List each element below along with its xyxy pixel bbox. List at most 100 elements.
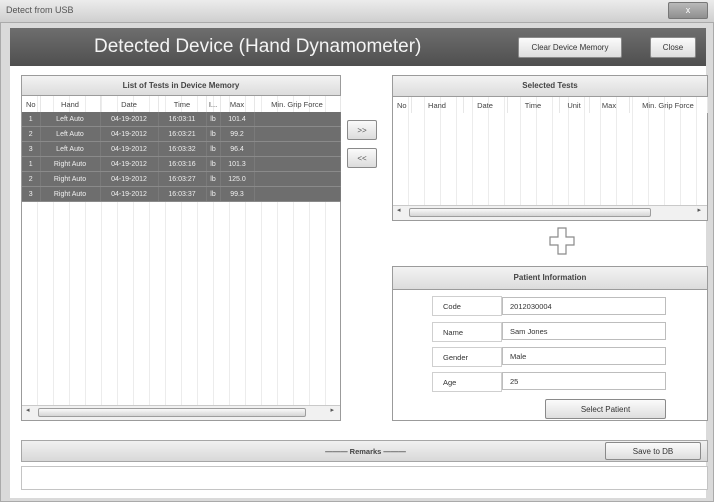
cell-min xyxy=(254,141,341,157)
device-tests-panel: List of Tests in Device Memory No Hand D… xyxy=(21,75,341,421)
window-title: Detect from USB xyxy=(6,5,74,15)
age-label: Age xyxy=(432,372,502,392)
selected-tests-table: No Hand Date Time Unit Max Min. Grip For… xyxy=(393,97,708,113)
horizontal-scrollbar[interactable]: ◂ ▸ xyxy=(22,405,340,420)
cell-unit: lb xyxy=(206,156,221,172)
cell-hand: Right Auto xyxy=(40,186,101,202)
cell-no: 2 xyxy=(22,126,41,142)
cell-hand: Right Auto xyxy=(40,171,101,187)
age-field[interactable]: 25 xyxy=(502,372,666,390)
cell-unit: lb xyxy=(206,112,221,127)
cell-max: 101.3 xyxy=(220,156,255,172)
col-min-grip[interactable]: Min. Grip Force xyxy=(629,97,708,113)
table-header-row: No Hand Date Time Unit Max Min. Grip For… xyxy=(393,97,708,113)
col-max[interactable]: Max xyxy=(220,96,255,112)
table-row[interactable]: 3 Right Auto 04-19-2012 16:03:37 lb 99.3 xyxy=(22,186,341,202)
cell-date: 04-19-2012 xyxy=(100,112,159,127)
code-field[interactable]: 2012030004 xyxy=(502,297,666,315)
cell-unit: lb xyxy=(206,171,221,187)
cell-max: 99.3 xyxy=(220,186,255,202)
name-field[interactable]: Sam Jones xyxy=(502,322,666,340)
cell-time: 16:03:32 xyxy=(158,141,207,157)
cell-no: 3 xyxy=(22,141,41,157)
cell-unit: lb xyxy=(206,186,221,202)
selected-tests-title: Selected Tests xyxy=(393,76,707,97)
clear-device-memory-button[interactable]: Clear Device Memory xyxy=(518,37,622,58)
horizontal-scrollbar[interactable]: ◂ ▸ xyxy=(393,205,707,220)
cell-hand: Right Auto xyxy=(40,156,101,172)
gender-label: Gender xyxy=(432,347,502,367)
gender-field[interactable]: Male xyxy=(502,347,666,365)
col-min-grip[interactable]: Min. Grip Force xyxy=(254,96,341,112)
add-selected-button[interactable]: >> xyxy=(347,120,377,140)
table-row[interactable]: 1 Right Auto 04-19-2012 16:03:16 lb 101.3 xyxy=(22,156,341,172)
window-titlebar: Detect from USB x xyxy=(0,0,714,22)
cell-min xyxy=(254,112,341,127)
cell-unit: lb xyxy=(206,126,221,142)
table-row[interactable]: 2 Right Auto 04-19-2012 16:03:27 lb 125.0 xyxy=(22,171,341,187)
cell-hand: Left Auto xyxy=(40,112,101,127)
col-unit[interactable]: Unit xyxy=(559,97,590,113)
scrollbar-thumb[interactable] xyxy=(409,208,651,217)
selected-tests-panel: Selected Tests No Hand Date Time Unit Ma… xyxy=(392,75,708,221)
save-to-db-button[interactable]: Save to DB xyxy=(605,442,701,460)
page-title: Detected Device (Hand Dynamometer) xyxy=(94,36,422,57)
patient-info-title: Patient Information xyxy=(393,267,707,290)
table-header-row: No Hand Date Time I... Max Min. Grip For… xyxy=(22,96,341,112)
cell-time: 16:03:37 xyxy=(158,186,207,202)
cell-min xyxy=(254,126,341,142)
cell-min xyxy=(254,156,341,172)
plus-outline-icon xyxy=(549,227,575,255)
code-label: Code xyxy=(432,296,502,316)
col-no[interactable]: No xyxy=(393,97,412,113)
cell-unit: lb xyxy=(206,141,221,157)
device-tests-table: No Hand Date Time I... Max Min. Grip For… xyxy=(22,96,341,202)
cell-max: 99.2 xyxy=(220,126,255,142)
col-no[interactable]: No xyxy=(22,96,41,112)
cell-no: 1 xyxy=(22,112,41,127)
cell-no: 3 xyxy=(22,186,41,202)
cell-min xyxy=(254,171,341,187)
cell-date: 04-19-2012 xyxy=(100,156,159,172)
cell-time: 16:03:21 xyxy=(158,126,207,142)
cell-date: 04-19-2012 xyxy=(100,171,159,187)
table-row[interactable]: 3 Left Auto 04-19-2012 16:03:32 lb 96.4 xyxy=(22,141,341,157)
cell-date: 04-19-2012 xyxy=(100,126,159,142)
patient-info-panel: Patient Information xyxy=(392,266,708,421)
cell-min xyxy=(254,186,341,202)
scroll-right-icon[interactable]: ▸ xyxy=(330,406,334,414)
cell-max: 125.0 xyxy=(220,171,255,187)
scroll-left-icon[interactable]: ◂ xyxy=(26,406,30,414)
cell-time: 16:03:16 xyxy=(158,156,207,172)
table-row[interactable]: 1 Left Auto 04-19-2012 16:03:11 lb 101.4 xyxy=(22,112,341,127)
col-time[interactable]: Time xyxy=(158,96,207,112)
select-patient-button[interactable]: Select Patient xyxy=(545,399,666,419)
cell-no: 2 xyxy=(22,171,41,187)
name-label: Name xyxy=(432,322,502,342)
remove-selected-button[interactable]: << xyxy=(347,148,377,168)
device-tests-title: List of Tests in Device Memory xyxy=(22,76,340,96)
cell-date: 04-19-2012 xyxy=(100,186,159,202)
window-close-button[interactable]: x xyxy=(668,2,708,19)
cell-hand: Left Auto xyxy=(40,141,101,157)
col-date[interactable]: Date xyxy=(100,96,159,112)
cell-hand: Left Auto xyxy=(40,126,101,142)
cell-date: 04-19-2012 xyxy=(100,141,159,157)
scroll-left-icon[interactable]: ◂ xyxy=(397,206,401,214)
col-hand[interactable]: Hand xyxy=(40,96,101,112)
cell-max: 101.4 xyxy=(220,112,255,127)
col-unit[interactable]: I... xyxy=(206,96,221,112)
col-time[interactable]: Time xyxy=(507,97,560,113)
cell-time: 16:03:11 xyxy=(158,112,207,127)
scroll-right-icon[interactable]: ▸ xyxy=(697,206,701,214)
scrollbar-thumb[interactable] xyxy=(38,408,306,417)
col-hand[interactable]: Hand xyxy=(411,97,464,113)
remarks-textarea[interactable] xyxy=(21,466,708,490)
col-date[interactable]: Date xyxy=(463,97,508,113)
close-button[interactable]: Close xyxy=(650,37,696,58)
cell-time: 16:03:27 xyxy=(158,171,207,187)
cell-max: 96.4 xyxy=(220,141,255,157)
table-row[interactable]: 2 Left Auto 04-19-2012 16:03:21 lb 99.2 xyxy=(22,126,341,142)
cell-no: 1 xyxy=(22,156,41,172)
col-max[interactable]: Max xyxy=(589,97,630,113)
